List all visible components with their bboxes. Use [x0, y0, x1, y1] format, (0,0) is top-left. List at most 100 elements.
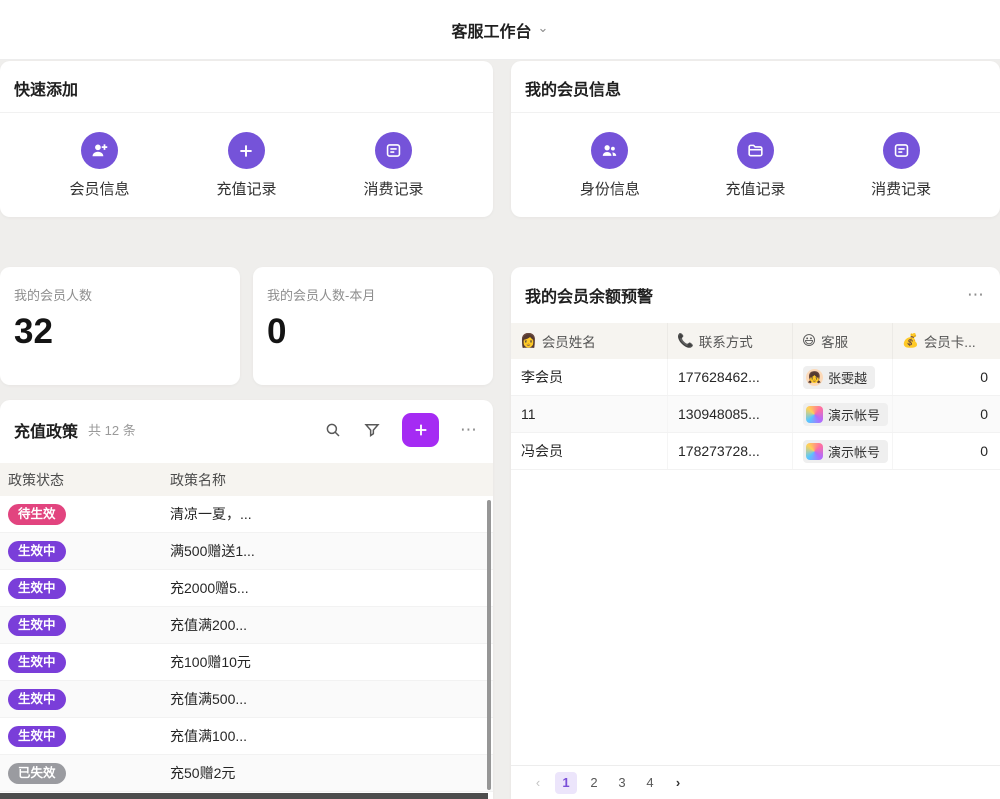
column-agent: 😃 客服	[793, 323, 893, 359]
action-label: 充值记录	[725, 178, 785, 199]
agent-tag: 演示帐号	[803, 403, 888, 426]
folder-icon	[737, 132, 774, 169]
stat-card-member-count-month: 我的会员人数-本月 0	[253, 267, 493, 385]
status-badge: 生效中	[8, 726, 66, 747]
quick-add-card: 快速添加 会员信息 充值记录 消费记录	[0, 61, 493, 217]
column-policy-status: 政策状态	[0, 470, 162, 490]
plus-icon	[228, 132, 265, 169]
column-contact: 📞 联系方式	[668, 323, 793, 359]
stat-label: 我的会员人数-本月	[267, 285, 479, 304]
policy-row[interactable]: 待生效 清凉一夏，...	[0, 496, 493, 533]
stat-label: 我的会员人数	[14, 285, 226, 304]
policy-vertical-scrollbar[interactable]	[487, 500, 491, 790]
status-badge: 生效中	[8, 689, 66, 710]
next-page-button[interactable]: ›	[667, 772, 689, 794]
policy-row[interactable]: 生效中 充值满500...	[0, 681, 493, 718]
policy-row[interactable]: 生效中 充2000赠5...	[0, 570, 493, 607]
column-card-balance: 💰 会员卡...	[893, 323, 1000, 359]
member-row[interactable]: 11 130948085... 演示帐号 0	[511, 396, 1000, 433]
page-title: 客服工作台	[452, 18, 532, 42]
dashboard-main: 快速添加 会员信息 充值记录 消费记录	[0, 61, 1000, 799]
my-member-info-title: 我的会员信息	[525, 82, 621, 99]
action-label: 身份信息	[580, 178, 640, 199]
policy-row[interactable]: 已失效 充50赠2元	[0, 755, 493, 792]
policy-row[interactable]: 生效中 满500赠送1...	[0, 533, 493, 570]
member-balance: 0	[893, 359, 1000, 395]
policy-count: 共 12 条	[88, 420, 136, 439]
quick-action-label: 消费记录	[363, 178, 423, 199]
member-name: 李会员	[511, 359, 668, 395]
workspace-switcher[interactable]: 客服工作台 ⌄	[452, 18, 549, 42]
page-button-3[interactable]: 3	[611, 772, 633, 794]
policy-name: 充值满200...	[162, 615, 493, 635]
action-consume-record[interactable]: 消费记录	[871, 132, 931, 199]
prev-page-button[interactable]: ‹	[527, 772, 549, 794]
recharge-policy-card: 充值政策 共 12 条 ⋯ 政策状态 政策名称 待生效	[0, 400, 493, 799]
agent-tag: 👧 张雯越	[803, 366, 875, 389]
quick-add-header: 快速添加	[0, 61, 493, 113]
my-member-info-card: 我的会员信息 身份信息 充值记录 消费记录	[511, 61, 1000, 217]
policy-row[interactable]: 生效中 充值满100...	[0, 718, 493, 755]
member-row[interactable]: 冯会员 178273728... 演示帐号 0	[511, 433, 1000, 470]
policy-row[interactable]: 生效中 充值满200...	[0, 607, 493, 644]
receipt-icon	[883, 132, 920, 169]
quick-action-recharge-record[interactable]: 充值记录	[216, 132, 276, 199]
quick-action-member-info[interactable]: 会员信息	[69, 132, 129, 199]
balance-alert-card: 我的会员余额预警 ⋯ 👩 会员姓名 📞 联系方式 😃 客服 💰 会员卡...	[511, 267, 1000, 799]
quick-action-consume-record[interactable]: 消费记录	[363, 132, 423, 199]
stat-value: 32	[14, 312, 226, 352]
stat-card-member-count: 我的会员人数 32	[0, 267, 240, 385]
agent-avatar-icon: 👧	[806, 369, 823, 386]
member-row[interactable]: 李会员 177628462... 👧 张雯越 0	[511, 359, 1000, 396]
stat-value: 0	[267, 312, 479, 352]
page-button-2[interactable]: 2	[583, 772, 605, 794]
quick-action-label: 充值记录	[216, 178, 276, 199]
member-name: 冯会员	[511, 433, 668, 469]
policy-name: 充100赠10元	[162, 652, 493, 672]
policy-title: 充值政策	[14, 418, 78, 442]
page-button-1[interactable]: 1	[555, 772, 577, 794]
people-icon	[591, 132, 628, 169]
status-badge: 已失效	[8, 763, 66, 784]
policy-name: 满500赠送1...	[162, 541, 493, 561]
agent-avatar-icon	[806, 406, 823, 423]
receipt-icon	[375, 132, 412, 169]
policy-name: 充50赠2元	[162, 763, 493, 783]
agent-name: 演示帐号	[828, 442, 880, 461]
policy-row[interactable]: 生效中 充100赠10元	[0, 644, 493, 681]
member-contact: 130948085...	[668, 396, 793, 432]
person-icon: 👩	[520, 333, 537, 349]
column-policy-name: 政策名称	[162, 470, 493, 490]
member-table-header: 👩 会员姓名 📞 联系方式 😃 客服 💰 会员卡...	[511, 323, 1000, 359]
add-policy-button[interactable]	[402, 413, 439, 447]
smiley-icon: 😃	[802, 333, 816, 349]
policy-horizontal-scrollbar[interactable]	[0, 793, 488, 799]
search-icon[interactable]	[324, 421, 342, 439]
my-member-info-actions: 身份信息 充值记录 消费记录	[511, 113, 1000, 199]
balance-alert-header: 我的会员余额预警 ⋯	[511, 267, 1000, 323]
balance-more-icon[interactable]: ⋯	[967, 285, 986, 305]
balance-alert-title: 我的会员余额预警	[525, 283, 653, 307]
action-identity-info[interactable]: 身份信息	[580, 132, 640, 199]
policy-name: 充2000赠5...	[162, 578, 493, 598]
filter-icon[interactable]	[363, 421, 381, 439]
status-badge: 生效中	[8, 615, 66, 636]
action-label: 消费记录	[871, 178, 931, 199]
agent-avatar-icon	[806, 443, 823, 460]
policy-name: 充值满100...	[162, 726, 493, 746]
chevron-down-icon: ⌄	[538, 20, 549, 36]
column-member-name: 👩 会员姓名	[511, 323, 668, 359]
member-contact: 177628462...	[668, 359, 793, 395]
member-balance: 0	[893, 433, 1000, 469]
member-table-body: 李会员 177628462... 👧 张雯越 0 11 130948085...…	[511, 359, 1000, 470]
page-button-4[interactable]: 4	[639, 772, 661, 794]
policy-more-icon[interactable]: ⋯	[460, 420, 479, 440]
agent-name: 张雯越	[828, 368, 867, 387]
policy-toolbar: ⋯	[324, 413, 479, 447]
policy-name: 清凉一夏，...	[162, 504, 493, 524]
member-add-icon	[81, 132, 118, 169]
member-name: 11	[511, 396, 668, 432]
action-recharge-record[interactable]: 充值记录	[725, 132, 785, 199]
status-badge: 生效中	[8, 652, 66, 673]
status-badge: 生效中	[8, 541, 66, 562]
